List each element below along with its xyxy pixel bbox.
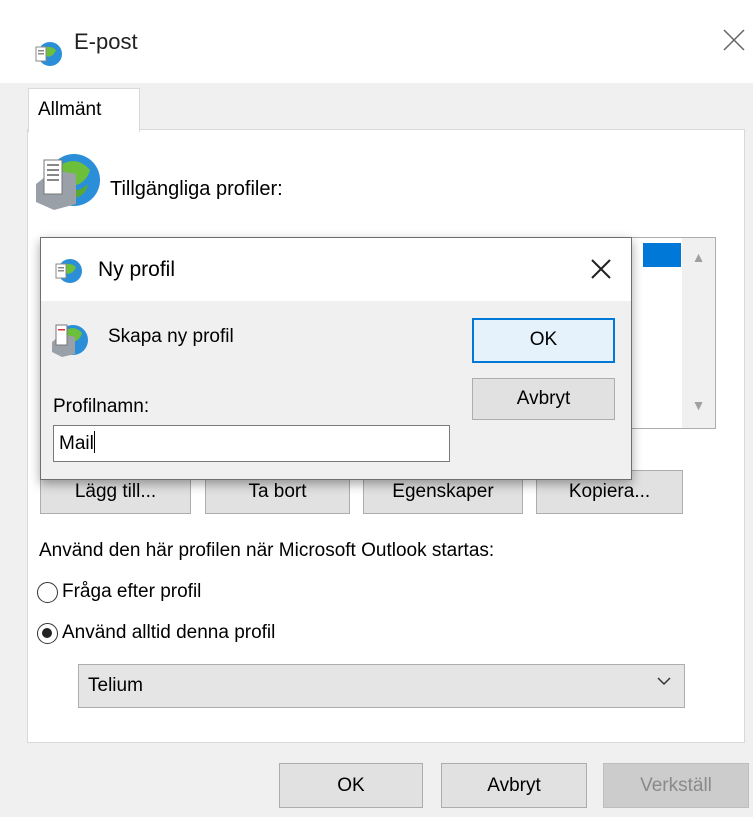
mail-profile-icon xyxy=(34,150,102,212)
scroll-up-icon[interactable]: ▲ xyxy=(682,242,715,272)
text-caret xyxy=(93,431,95,453)
new-profile-cancel-button[interactable]: Avbryt xyxy=(472,378,615,420)
mail-globe-icon xyxy=(32,38,64,70)
new-profile-ok-button[interactable]: OK xyxy=(472,318,615,363)
profile-select[interactable] xyxy=(78,664,685,708)
cancel-button[interactable]: Avbryt xyxy=(441,763,587,808)
profiles-label: Tillgängliga profiler: xyxy=(110,178,283,200)
profile-name-value[interactable]: Mail xyxy=(59,433,94,454)
close-icon[interactable] xyxy=(590,258,612,280)
radio-ask-label[interactable]: Fråga efter profil xyxy=(62,581,201,603)
mail-globe-icon xyxy=(52,255,84,287)
radio-button-checked[interactable] xyxy=(37,622,58,644)
mail-profile-icon xyxy=(50,320,90,360)
startup-label: Använd den här profilen när Microsoft Ou… xyxy=(39,540,495,561)
profile-name-input[interactable]: Mail xyxy=(53,425,450,462)
window-title: E-post xyxy=(74,29,138,54)
create-profile-label: Skapa ny profil xyxy=(108,326,234,347)
radio-ask-profile[interactable]: Fråga efter profil xyxy=(37,578,201,606)
radio-button[interactable] xyxy=(37,581,58,603)
selected-profile-row[interactable] xyxy=(643,243,681,267)
radio-always-use-profile[interactable]: Använd alltid denna profil xyxy=(37,619,275,647)
ok-button[interactable]: OK xyxy=(279,763,423,808)
tab-general-label[interactable]: Allmänt xyxy=(38,99,101,121)
apply-button[interactable]: Verkställ xyxy=(603,763,749,808)
radio-always-label[interactable]: Använd alltid denna profil xyxy=(62,622,275,644)
close-icon[interactable] xyxy=(718,24,748,54)
new-profile-title: Ny profil xyxy=(98,258,176,281)
scroll-down-icon[interactable]: ▼ xyxy=(682,390,715,420)
profile-select-value[interactable]: Telium xyxy=(88,675,143,697)
profile-name-label: Profilnamn: xyxy=(53,396,150,417)
chevron-down-icon[interactable] xyxy=(655,672,673,695)
